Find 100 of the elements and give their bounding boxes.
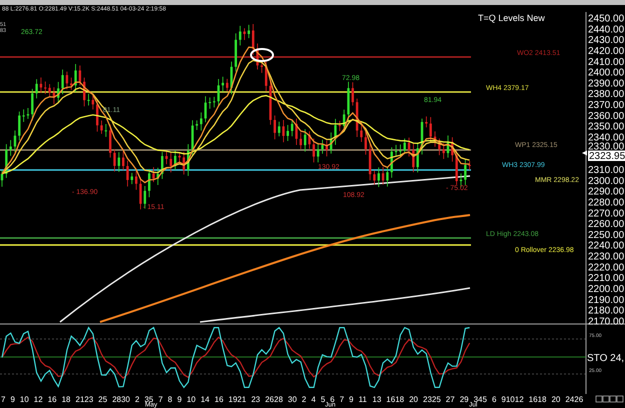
candlestick xyxy=(130,172,134,185)
candlestick xyxy=(113,148,116,172)
candlestick xyxy=(174,150,176,170)
date-label: 12 xyxy=(34,395,43,404)
candlestick xyxy=(170,152,172,173)
candlestick xyxy=(368,143,372,181)
candlestick xyxy=(104,124,108,138)
candlestick xyxy=(304,128,306,152)
candlestick xyxy=(139,176,142,210)
candlestick xyxy=(118,152,120,172)
date-label: 7 xyxy=(1,395,6,404)
candlestick xyxy=(44,81,46,94)
candlestick xyxy=(248,24,250,39)
price-axis-label: 2220.00 xyxy=(588,262,624,274)
oscillator-label: STO 24, xyxy=(587,353,624,364)
date-label: 27 xyxy=(446,395,455,404)
price-axis-label: 2330.00 xyxy=(588,141,624,152)
date-label: 8 xyxy=(168,395,172,404)
candlestick xyxy=(92,93,94,110)
candlestick xyxy=(260,61,263,74)
candlestick xyxy=(274,115,276,140)
candlestick xyxy=(26,108,30,120)
price-axis-label: 2380.00 xyxy=(588,89,624,100)
candlestick xyxy=(300,132,302,150)
price-axis-label: 2430.00 xyxy=(588,35,624,46)
candlestick xyxy=(152,166,155,183)
candlestick xyxy=(252,24,254,56)
date-label: 7 xyxy=(158,395,163,404)
candlestick xyxy=(295,118,298,146)
date-label: 18 xyxy=(62,395,70,404)
candlestick xyxy=(96,100,98,132)
price-axis-label: 2180.00 xyxy=(588,306,624,317)
candlestick xyxy=(308,130,311,150)
candlestick xyxy=(399,144,402,158)
candlestick xyxy=(468,160,471,170)
candlestick xyxy=(187,144,190,176)
candlestick xyxy=(156,167,160,186)
pointer-icon xyxy=(582,150,587,156)
candlestick xyxy=(182,151,186,175)
price-axis-label: 2410.00 xyxy=(588,56,624,68)
date-label: 20 xyxy=(409,395,418,404)
price-axis-label: 2390.00 xyxy=(588,78,624,90)
price-axis-label: 2300.00 xyxy=(588,176,624,187)
price-axis-label: 2310.00 xyxy=(588,164,624,176)
candlestick xyxy=(264,60,268,92)
candlestick xyxy=(464,158,466,186)
date-label: 5 xyxy=(320,395,326,404)
date-label: 91012 xyxy=(501,395,524,404)
price-axis-label: 2370.00 xyxy=(588,100,624,112)
candlestick xyxy=(87,93,90,106)
candlestick xyxy=(178,152,181,164)
date-label: 30 xyxy=(288,395,297,404)
date-label: 2 xyxy=(302,395,306,404)
last-price-tag: 2323.95 xyxy=(588,150,625,162)
price-axis-label: 2210.00 xyxy=(588,273,624,284)
price-axis-label: 2450.00 xyxy=(588,14,624,24)
date-label: 16 xyxy=(214,395,224,404)
candlestick xyxy=(386,167,389,187)
candlestick xyxy=(356,98,358,138)
candlestick xyxy=(191,120,194,157)
candlestick xyxy=(316,142,320,163)
price-axis-label: 2270.00 xyxy=(588,208,624,220)
date-label: 7 xyxy=(340,395,344,404)
date-label: 1618 xyxy=(386,395,404,404)
candlestick xyxy=(434,130,436,148)
candlestick xyxy=(446,135,450,158)
candlestick xyxy=(78,65,82,86)
date-label: 35 xyxy=(144,395,154,404)
date-label: 29 xyxy=(460,395,469,404)
highlight-ellipse xyxy=(250,48,274,62)
candlestick xyxy=(321,139,324,154)
candlestick xyxy=(66,71,68,90)
candlestick xyxy=(326,140,328,157)
candlestick xyxy=(243,28,246,40)
candlestick xyxy=(0,170,4,188)
date-label: 9 xyxy=(177,395,182,404)
date-label: 2628 xyxy=(265,395,283,404)
candlestick xyxy=(35,78,38,99)
price-axis-label: 2250.00 xyxy=(588,230,624,241)
candlestick xyxy=(122,150,124,171)
date-label: 20 xyxy=(551,395,560,404)
candlestick xyxy=(126,160,129,187)
date-label: 9 xyxy=(349,395,354,404)
candlestick xyxy=(48,84,51,97)
candlestick xyxy=(373,170,376,186)
price-axis-label: 2200.00 xyxy=(588,284,624,295)
candlestick xyxy=(61,69,64,95)
date-label: 25 xyxy=(98,395,108,404)
candlestick xyxy=(74,64,77,92)
candlestick xyxy=(390,146,393,178)
date-label: 4 xyxy=(311,395,316,404)
chart-title: T=Q Levels New xyxy=(478,13,545,23)
candlestick xyxy=(57,82,60,103)
candlestick xyxy=(161,152,164,180)
date-label: 13 xyxy=(372,395,382,404)
date-label: 10 xyxy=(20,395,29,404)
candlestick xyxy=(352,82,354,106)
candlestick xyxy=(330,132,332,154)
date-label: 23 xyxy=(251,395,260,404)
candlestick xyxy=(100,120,103,134)
